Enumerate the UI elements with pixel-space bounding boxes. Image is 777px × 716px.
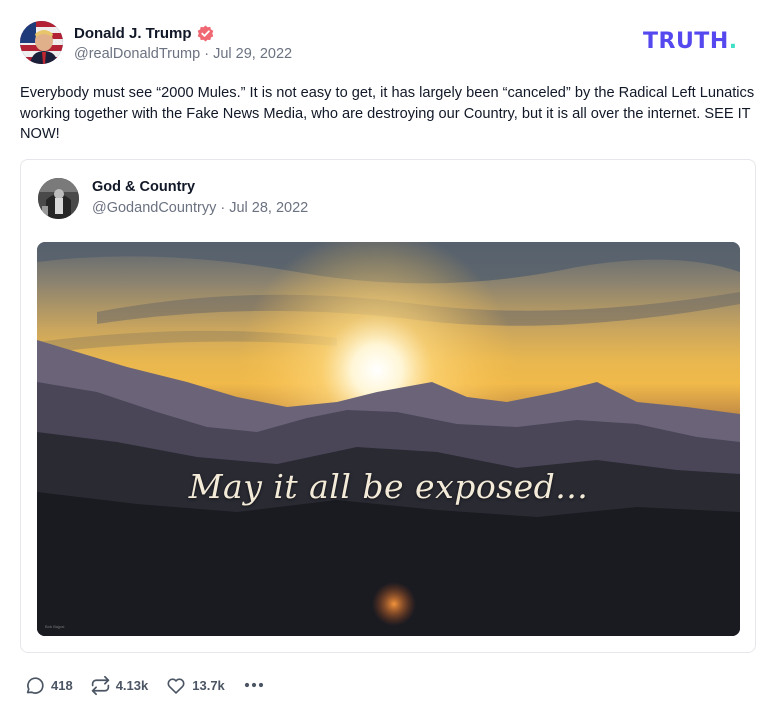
post-date[interactable]: Jul 29, 2022 — [213, 46, 292, 62]
more-icon — [244, 682, 264, 688]
more-button[interactable] — [244, 682, 264, 688]
retruth-count: 4.13k — [115, 677, 149, 693]
meta-separator: · — [216, 200, 230, 216]
quoted-image[interactable]: May it all be exposed... Bob Bajpai — [37, 242, 740, 636]
quoted-author-meta: @GodandCountryy · Jul 28, 2022 — [92, 200, 308, 216]
retruth-button[interactable]: 4.13k — [90, 675, 149, 696]
avatar[interactable] — [20, 21, 63, 64]
author-handle[interactable]: @realDonaldTrump — [74, 46, 200, 62]
author-meta: @realDonaldTrump · Jul 29, 2022 — [74, 46, 292, 62]
like-count: 13.7k — [192, 677, 225, 693]
logo-dot: . — [728, 29, 738, 54]
logo-text: TRUTH — [643, 29, 729, 54]
quoted-post-card[interactable]: God & Country @GodandCountryy · Jul 28, … — [20, 159, 756, 653]
quoted-author-handle[interactable]: @GodandCountryy — [92, 200, 216, 216]
reply-icon — [25, 675, 46, 696]
meta-separator: · — [200, 46, 214, 62]
verified-icon — [197, 25, 214, 42]
post-text: Everybody must see “2000 Mules.” It is n… — [20, 85, 755, 142]
quoted-author-name[interactable]: God & Country — [92, 179, 195, 195]
reply-button[interactable]: 418 — [25, 675, 73, 696]
image-watermark: Bob Bajpai — [45, 624, 65, 629]
reply-count: 418 — [51, 677, 73, 693]
quoted-avatar[interactable] — [38, 178, 79, 219]
retruth-icon — [90, 675, 111, 696]
author-name[interactable]: Donald J. Trump — [74, 25, 192, 42]
image-caption: May it all be exposed... — [188, 467, 589, 506]
action-bar: 418 4.13k 13.7k — [25, 673, 281, 697]
truth-logo[interactable]: TRUTH. — [643, 30, 738, 54]
like-icon — [165, 675, 187, 696]
quoted-post-date[interactable]: Jul 28, 2022 — [229, 200, 308, 216]
post: Donald J. Trump @realDonaldTrump · Jul 2… — [0, 0, 777, 716]
like-button[interactable]: 13.7k — [165, 675, 225, 696]
